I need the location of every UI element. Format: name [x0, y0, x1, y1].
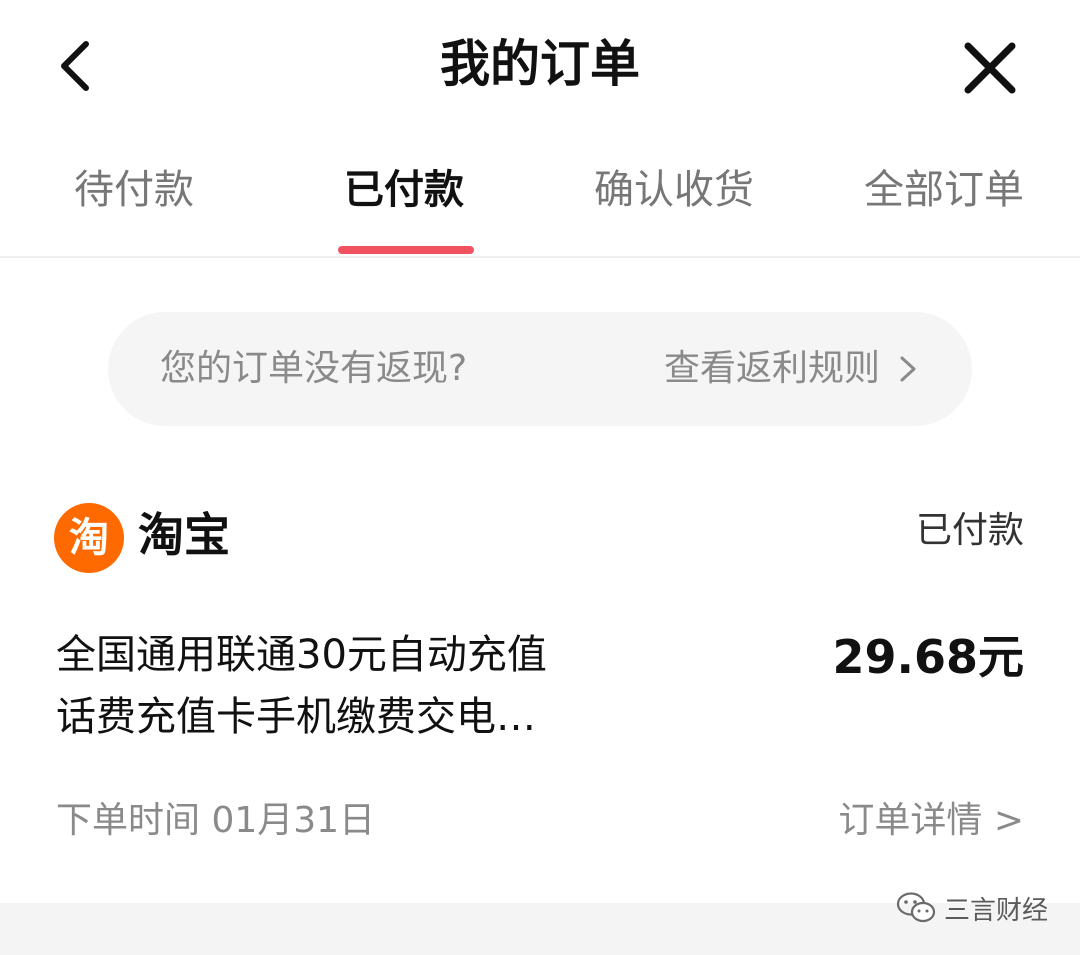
- tab-pending-payment[interactable]: 待付款: [74, 162, 194, 218]
- product-title-line-1: 全国通用联通30元自动充值: [56, 632, 547, 678]
- order-tabs: 待付款 已付款 确认收货 全部订单: [0, 150, 1080, 258]
- tab-all-orders[interactable]: 全部订单: [864, 162, 1024, 218]
- rebate-question: 您的订单没有返现?: [160, 348, 468, 389]
- close-button[interactable]: [958, 36, 1022, 100]
- order-detail-link[interactable]: 订单详情 >: [838, 796, 1024, 846]
- wechat-icon: [896, 892, 936, 923]
- rebate-rules-link[interactable]: 查看返利规则: [664, 341, 880, 397]
- watermark: 三言财经: [896, 888, 1048, 928]
- rebate-banner[interactable]: 您的订单没有返现? 查看返利规则: [108, 312, 972, 426]
- close-icon: [964, 42, 1016, 94]
- orders-page: 我的订单 待付款 已付款 确认收货 全部订单 您的订单没有返现? 查看返利规则 …: [0, 0, 1080, 955]
- order-price: 29.68元: [832, 630, 1024, 684]
- shop-name[interactable]: 淘宝: [138, 504, 230, 566]
- page-title: 我的订单: [440, 35, 640, 93]
- watermark-text: 三言财经: [943, 895, 1048, 926]
- product-title[interactable]: 全国通用联通30元自动充值 话费充值卡手机缴费交电…: [56, 624, 656, 748]
- tab-confirm-receipt[interactable]: 确认收货: [594, 162, 754, 218]
- active-tab-indicator: [338, 246, 474, 254]
- taobao-logo-text: 淘: [69, 515, 109, 561]
- order-status: 已付款: [915, 510, 1024, 551]
- chevron-right-icon: [900, 356, 916, 382]
- product-title-line-2: 话费充值卡手机缴费交电…: [56, 694, 536, 740]
- order-time: 下单时间 01月31日: [56, 800, 376, 841]
- header: 我的订单: [0, 0, 1080, 135]
- taobao-logo: 淘: [54, 503, 124, 573]
- tab-paid[interactable]: 已付款: [344, 162, 464, 218]
